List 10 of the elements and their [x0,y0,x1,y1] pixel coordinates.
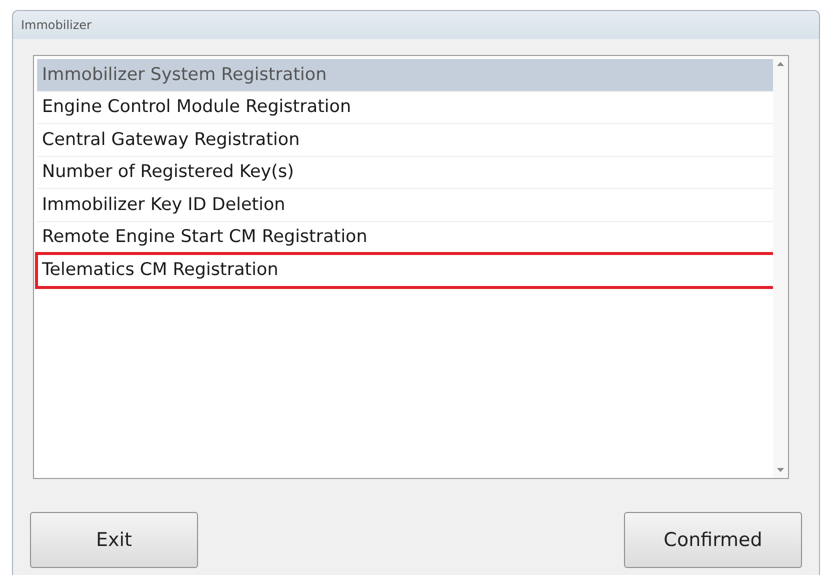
list-item[interactable]: Engine Control Module Registration [37,92,773,124]
list-item[interactable]: Remote Engine Start CM Registration [37,222,773,254]
dialog-button[interactable]: Exit [30,512,198,568]
scroll-down-icon[interactable] [777,468,784,472]
window-title: Immobilizer [21,18,92,32]
list-item[interactable]: Immobilizer System Registration [37,59,773,92]
dialog-button[interactable]: Confirmed [624,512,802,568]
list-item[interactable]: Number of Registered Key(s) [37,156,773,189]
scroll-up-icon[interactable] [777,62,784,66]
scroll-bar[interactable] [773,56,788,478]
